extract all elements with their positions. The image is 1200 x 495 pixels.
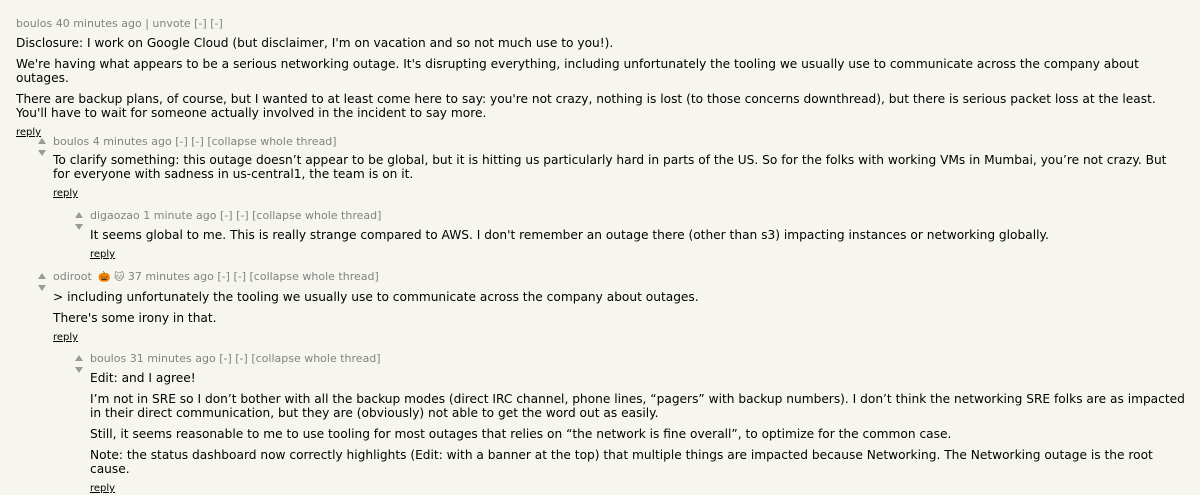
upvote-arrow-icon[interactable] (75, 355, 83, 361)
comment-author[interactable]: boulos (90, 352, 126, 365)
comment-thread: boulos 40 minutes ago | unvote [-] [-] D… (0, 0, 1200, 494)
comment-boulos-clarify: boulos 4 minutes ago [-] [-] [collapse w… (53, 135, 1173, 200)
comment-age[interactable]: 40 minutes ago (56, 17, 142, 30)
comment-paragraph: Disclosure: I work on Google Cloud (but … (16, 36, 614, 50)
comment-paragraph: There are backup plans, of course, but I… (16, 92, 1156, 120)
comment-meta: boulos 31 minutes ago [-] [-] [collapse … (90, 352, 1185, 366)
downvote-arrow-icon[interactable] (75, 367, 83, 373)
comment-author[interactable]: digaozao (90, 209, 140, 222)
upvote-arrow-icon[interactable] (38, 138, 46, 144)
comment-odiroot: odiroot 🎃 🐱 37 minutes ago [-] [-] [coll… (53, 270, 1173, 344)
comment-meta: boulos 4 minutes ago [-] [-] [collapse w… (53, 135, 1173, 149)
toggle-link-2[interactable]: [-] (235, 352, 248, 365)
collapse-thread-link[interactable]: [collapse whole thread] (250, 270, 379, 283)
comment-paragraph: > including unfortunately the tooling we… (53, 290, 699, 304)
comment-text: > including unfortunately the tooling we… (53, 290, 1173, 325)
collapse-thread-link[interactable]: [collapse whole thread] (207, 135, 336, 148)
vote-arrows (38, 138, 48, 156)
toggle-link[interactable]: [-] (194, 17, 207, 30)
comment-paragraph: Note: the status dashboard now correctly… (90, 448, 1153, 476)
reply-link[interactable]: reply (53, 188, 1173, 200)
comment-text: Edit: and I agree! I’m not in SRE so I d… (90, 371, 1185, 476)
toggle-link[interactable]: [-] (219, 352, 232, 365)
comment-age[interactable]: 1 minute ago (143, 209, 216, 222)
comment-meta: odiroot 🎃 🐱 37 minutes ago [-] [-] [coll… (53, 270, 1173, 285)
toggle-link[interactable]: [-] (217, 270, 230, 283)
comment-meta: boulos 40 minutes ago | unvote [-] [-] (16, 17, 1186, 31)
user-badges-icon: 🎃 🐱 (98, 272, 125, 283)
unvote-link[interactable]: unvote (152, 17, 190, 30)
comment-age[interactable]: 4 minutes ago (93, 135, 172, 148)
toggle-link-2[interactable]: [-] (236, 209, 249, 222)
meta-separator: | (145, 17, 149, 30)
upvote-arrow-icon[interactable] (75, 212, 83, 218)
comment-digaozao: digaozao 1 minute ago [-] [-] [collapse … (90, 209, 1170, 261)
comment-age[interactable]: 37 minutes ago (128, 270, 214, 283)
comment-boulos-root: boulos 40 minutes ago | unvote [-] [-] D… (16, 17, 1186, 139)
upvote-arrow-icon[interactable] (38, 273, 46, 279)
vote-arrows (75, 212, 85, 230)
collapse-thread-link[interactable]: [collapse whole thread] (251, 352, 380, 365)
collapse-thread-link[interactable]: [collapse whole thread] (252, 209, 381, 222)
comment-age[interactable]: 31 minutes ago (130, 352, 216, 365)
comment-text: It seems global to me. This is really st… (90, 228, 1170, 242)
comment-meta: digaozao 1 minute ago [-] [-] [collapse … (90, 209, 1170, 223)
downvote-arrow-icon[interactable] (38, 150, 46, 156)
comment-paragraph: It seems global to me. This is really st… (90, 228, 1049, 242)
reply-link[interactable]: reply (53, 332, 1173, 344)
downvote-arrow-icon[interactable] (38, 285, 46, 291)
vote-arrows (38, 273, 48, 291)
toggle-link[interactable]: [-] (175, 135, 188, 148)
comment-text: Disclosure: I work on Google Cloud (but … (16, 36, 1186, 120)
comment-paragraph: To clarify something: this outage doesn’… (53, 153, 1167, 181)
toggle-link[interactable]: [-] (220, 209, 233, 222)
toggle-link-2[interactable]: [-] (191, 135, 204, 148)
comment-paragraph: Edit: and I agree! (90, 371, 196, 385)
comment-boulos-agree: boulos 31 minutes ago [-] [-] [collapse … (90, 352, 1185, 495)
comment-paragraph: I’m not in SRE so I don’t bother with al… (90, 392, 1185, 420)
toggle-link-2[interactable]: [-] (210, 17, 223, 30)
comment-paragraph: We're having what appears to be a seriou… (16, 57, 1139, 85)
comment-author[interactable]: odiroot (53, 270, 92, 283)
comment-author[interactable]: boulos (16, 17, 52, 30)
comment-paragraph: There's some irony in that. (53, 311, 217, 325)
comment-author[interactable]: boulos (53, 135, 89, 148)
vote-arrows (75, 355, 85, 373)
toggle-link-2[interactable]: [-] (233, 270, 246, 283)
downvote-arrow-icon[interactable] (75, 224, 83, 230)
comment-text: To clarify something: this outage doesn’… (53, 153, 1173, 181)
reply-link[interactable]: reply (90, 249, 1170, 261)
comment-paragraph: Still, it seems reasonable to me to use … (90, 427, 952, 441)
